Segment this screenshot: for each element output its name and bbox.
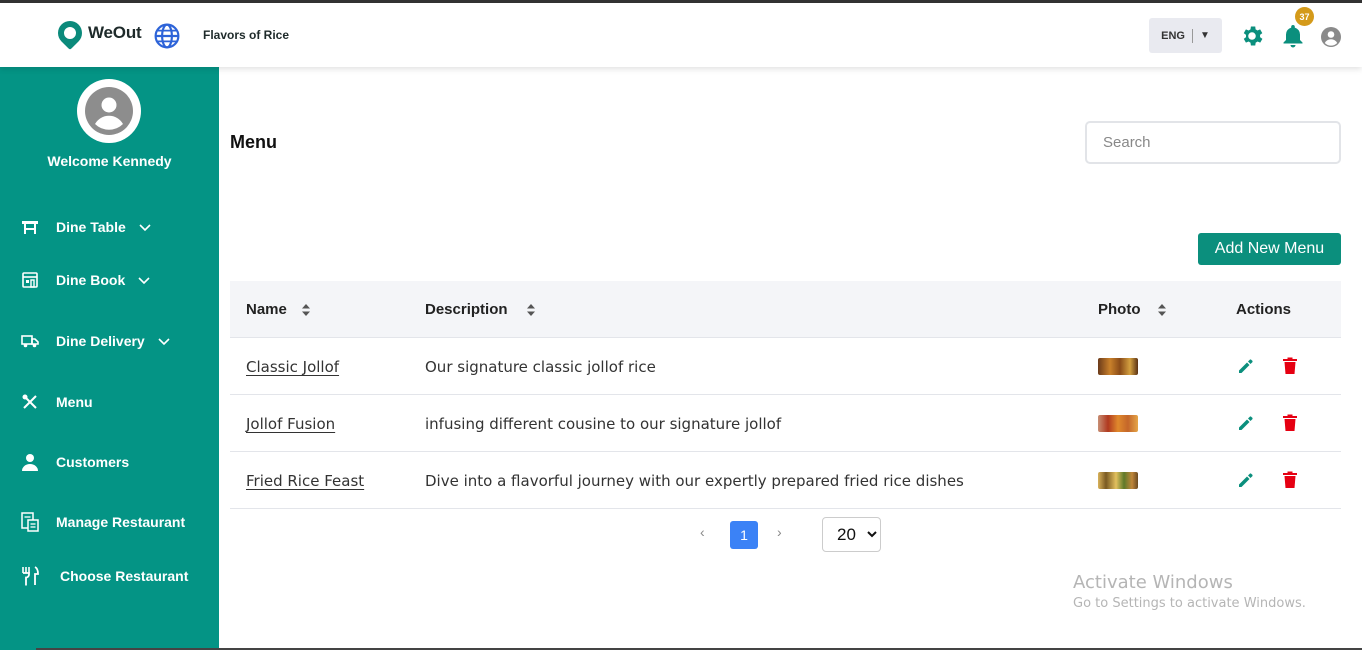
search-input[interactable] [1085,121,1341,164]
restaurant-name: Flavors of Rice [203,28,290,42]
menu-item-photo[interactable] [1098,472,1138,489]
sidebar-item-label: Manage Restaurant [56,514,186,530]
menu-item-name-link[interactable]: Jollof Fusion [246,415,335,433]
language-divider [1191,28,1193,43]
previous-page-button[interactable]: ‹ [700,524,705,540]
avatar[interactable] [77,79,141,143]
next-page-button[interactable]: › [777,524,782,540]
user-account-icon[interactable] [1321,27,1341,47]
person-icon [20,452,40,472]
sidebar-item-customers[interactable]: Customers [20,452,129,472]
logo-text: WeOut [88,23,142,42]
column-header-actions: Actions [1236,301,1291,318]
user-avatar-icon [85,87,133,135]
table-header: Name Description Photo Actions [230,281,1341,338]
sidebar-item-menu[interactable]: Menu [20,392,93,412]
column-header-photo[interactable]: Photo [1098,301,1167,318]
menu-item-description: Dive into a flavorful journey with our e… [425,472,964,490]
menu-table: Name Description Photo Actions Classic J… [230,281,1341,509]
chevron-down-icon [138,277,150,285]
sidebar-item-choose-restaurant[interactable]: Choose Restaurant [20,566,188,586]
sidebar-item-label: Choose Restaurant [60,568,189,584]
caret-down-icon: ▼ [1199,30,1210,41]
top-header: WeOut Flavors of Rice ENG ▼ 37 [0,3,1362,67]
column-header-name[interactable]: Name [246,301,311,318]
column-header-label: Description [425,301,508,318]
truck-icon [20,331,40,351]
welcome-text: Welcome Kennedy [47,153,172,169]
watermark-subtitle: Go to Settings to activate Windows. [1073,596,1306,611]
pagination: ‹ 1 › 20 [230,516,1341,552]
menu-item-description: Our signature classic jollof rice [425,358,656,376]
sidebar-item-label: Dine Book [56,272,126,288]
sort-icon [301,303,310,316]
menu-item-description: infusing different cousine to our signat… [425,415,782,433]
globe-icon[interactable] [154,23,180,49]
add-new-menu-button[interactable]: Add New Menu [1198,233,1341,265]
edit-pencil-icon[interactable] [1237,471,1255,489]
notification-badge: 37 [1295,7,1314,26]
chevron-down-icon [158,338,170,346]
table-row: Fried Rice Feast Dive into a flavorful j… [230,452,1341,509]
table-row: Classic Jollof Our signature classic jol… [230,338,1341,395]
current-page-button[interactable]: 1 [730,521,758,549]
language-label: ENG [1161,29,1185,42]
menu-item-photo[interactable] [1098,358,1138,375]
column-header-label: Actions [1236,301,1292,318]
column-header-description[interactable]: Description [425,301,536,318]
sidebar-item-dine-table[interactable]: Dine Table [20,217,152,237]
sidebar-item-manage-restaurant[interactable]: Manage Restaurant [20,512,185,532]
chevron-down-icon [139,224,151,232]
sidebar-item-label: Customers [56,454,130,470]
gear-icon[interactable] [1239,23,1265,49]
sidebar-item-dine-book[interactable]: Dine Book [20,270,151,290]
store-icon [20,270,40,290]
page-size-select[interactable]: 20 [822,517,881,552]
table-icon [20,217,40,237]
logo-pin-icon [53,16,87,50]
windows-activation-watermark: Activate Windows Go to Settings to activ… [1073,572,1306,611]
menu-item-name-link[interactable]: Fried Rice Feast [246,472,364,490]
bell-icon[interactable] [1281,23,1305,49]
menu-item-photo[interactable] [1098,415,1138,432]
weout-logo[interactable]: WeOut [53,16,142,50]
edit-pencil-icon[interactable] [1237,357,1255,375]
column-header-label: Photo [1098,301,1141,318]
sidebar-item-label: Menu [56,394,93,410]
sidebar-item-dine-delivery[interactable]: Dine Delivery [20,331,171,351]
column-header-label: Name [246,301,287,318]
sort-icon [526,303,535,316]
sidebar: Welcome Kennedy Dine Table Dine Book Din… [0,67,219,650]
menu-item-name-link[interactable]: Classic Jollof [246,358,339,376]
watermark-title: Activate Windows [1073,572,1233,593]
edit-pencil-icon[interactable] [1237,414,1255,432]
fork-knife-icon [20,566,40,586]
page-title: Menu [230,132,277,152]
sidebar-item-label: Dine Delivery [56,333,145,349]
sort-icon [1157,303,1166,316]
table-row: Jollof Fusion infusing different cousine… [230,395,1341,452]
delete-trash-icon[interactable] [1282,414,1298,432]
utensils-crossed-icon [20,392,40,412]
delete-trash-icon[interactable] [1282,357,1298,375]
sidebar-item-label: Dine Table [56,219,126,235]
document-icon [20,512,40,532]
language-selector[interactable]: ENG ▼ [1149,18,1222,53]
delete-trash-icon[interactable] [1282,471,1298,489]
